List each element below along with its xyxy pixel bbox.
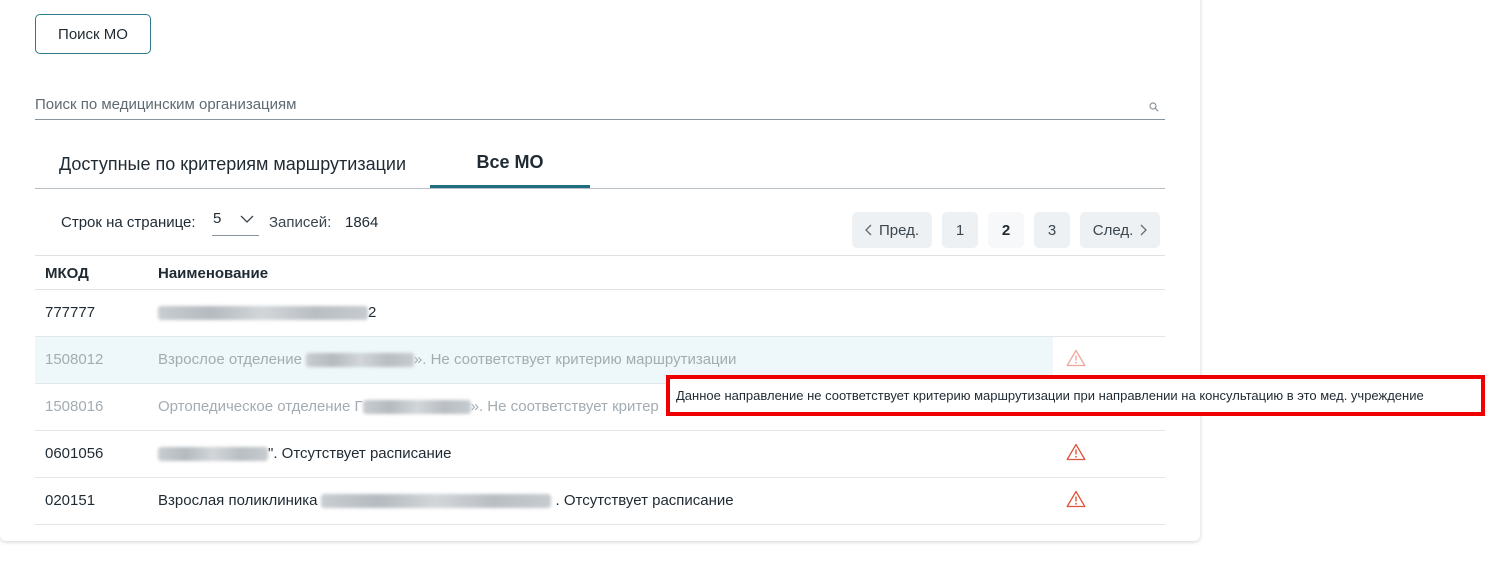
chevron-left-icon	[865, 224, 872, 236]
redacted-text	[305, 352, 414, 367]
chevron-right-icon	[1140, 224, 1148, 236]
row-name: Взрослое отделение ». Не соответствует к…	[158, 351, 737, 368]
warning-icon[interactable]	[1066, 490, 1086, 508]
mo-search-panel: Поиск МО Доступные по критериям маршрути…	[0, 0, 1200, 541]
tab-all-mo[interactable]: Все МО	[430, 140, 590, 188]
prev-page-label: Пред.	[878, 221, 920, 239]
prev-page-button[interactable]: Пред.	[852, 212, 932, 248]
search-mo-button[interactable]: Поиск МО	[35, 14, 151, 54]
chevron-down-icon	[240, 215, 254, 223]
warning-icon[interactable]	[1066, 349, 1086, 367]
table-header: МКОД Наименование	[35, 256, 1165, 290]
table-row[interactable]: 0601056 ". Отсутствует расписание	[35, 431, 1165, 478]
mo-tabs: Доступные по критериям маршрутизации Все…	[35, 140, 1165, 189]
redacted-text	[158, 446, 268, 461]
row-name: Взрослая поликлиника . Отсутствует распи…	[158, 492, 734, 509]
row-name: 2	[158, 304, 376, 321]
row-name: Ортопедическое отделение Г ». Не соответ…	[158, 398, 659, 415]
redacted-text	[362, 399, 471, 414]
routing-warning-tooltip: Данное направление не соответствует крит…	[666, 375, 1485, 416]
column-header-name[interactable]: Наименование	[158, 265, 268, 282]
page-button-2-current[interactable]: 2	[988, 212, 1024, 248]
row-code: 1508012	[45, 351, 104, 368]
tab-routing-criteria[interactable]: Доступные по критериям маршрутизации	[35, 140, 430, 188]
column-header-code[interactable]: МКОД	[45, 265, 89, 282]
rows-per-page-select[interactable]: 5	[212, 208, 259, 236]
table-row[interactable]: 020151 Взрослая поликлиника . Отсутствуе…	[35, 478, 1165, 525]
row-code: 777777	[45, 304, 96, 321]
search-icon[interactable]	[1149, 102, 1159, 112]
rows-per-page-label: Строк на странице:	[61, 214, 196, 231]
table-row[interactable]: 777777 2	[35, 290, 1165, 337]
rows-per-page-value: 5	[213, 210, 222, 227]
page-button-1[interactable]: 1	[942, 212, 978, 248]
records-label: Записей:	[269, 214, 332, 231]
page-button-3[interactable]: 3	[1034, 212, 1070, 248]
row-code: 0601056	[45, 445, 104, 462]
warning-icon[interactable]	[1066, 443, 1086, 461]
row-code: 020151	[45, 492, 96, 509]
row-code: 1508016	[45, 398, 104, 415]
mo-search-field[interactable]	[35, 88, 1165, 120]
pagination-bar: Строк на странице: 5 Записей: 1864 Пред.…	[35, 200, 1165, 256]
next-page-label: След.	[1092, 221, 1134, 239]
row-name: ". Отсутствует расписание	[158, 445, 452, 462]
mo-search-input[interactable]	[35, 92, 1135, 116]
redacted-text	[158, 305, 368, 320]
records-count: 1864	[345, 214, 379, 231]
redacted-text	[321, 493, 552, 508]
next-page-button[interactable]: След.	[1080, 212, 1160, 248]
